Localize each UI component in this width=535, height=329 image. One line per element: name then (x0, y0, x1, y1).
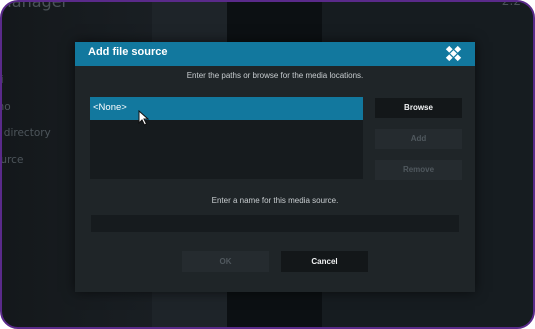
background-menu-item: mo (2, 101, 11, 113)
source-path-list[interactable]: <None> (90, 97, 363, 179)
cancel-button[interactable]: Cancel (281, 251, 368, 272)
path-item-label: <None> (93, 102, 127, 113)
background-menu-item: di (0, 74, 4, 86)
add-file-source-dialog: Add file source Enter the paths or brows… (75, 42, 475, 292)
paths-instruction: Enter the paths or browse for the media … (186, 71, 364, 80)
dialog-header: Add file source (75, 42, 475, 66)
kodi-logo-icon (445, 45, 462, 62)
background-window-title: Manager (0, 0, 69, 11)
source-name-input[interactable] (91, 215, 459, 232)
background-menu-item: ource (0, 154, 24, 166)
ok-button[interactable]: OK (182, 251, 269, 272)
dialog-title: Add file source (88, 46, 168, 58)
browse-button[interactable]: Browse (375, 98, 462, 118)
background-menu-item: e directory (2, 127, 51, 139)
name-instruction: Enter a name for this media source. (211, 196, 339, 205)
screen-frame: Manager 2:2 s di mo e directory ource Ad… (0, 0, 535, 329)
mouse-cursor-icon (138, 110, 150, 126)
remove-button[interactable]: Remove (375, 160, 462, 180)
add-button[interactable]: Add (375, 129, 462, 149)
path-list-item[interactable]: <None> (90, 97, 363, 120)
background-clock: 2:2 (501, 0, 521, 8)
